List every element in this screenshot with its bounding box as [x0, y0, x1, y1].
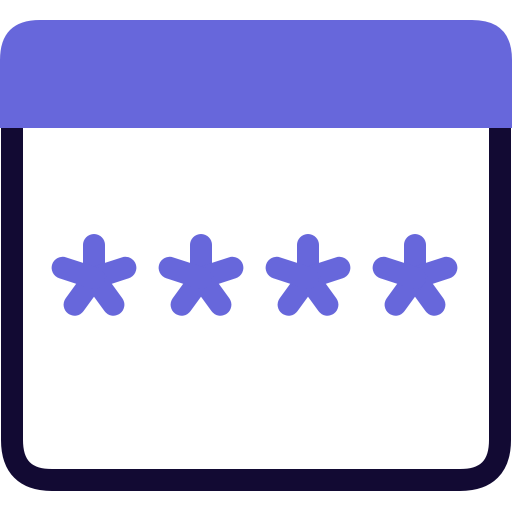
window-title-bar: [0, 20, 512, 128]
password-window-icon: [0, 20, 512, 491]
